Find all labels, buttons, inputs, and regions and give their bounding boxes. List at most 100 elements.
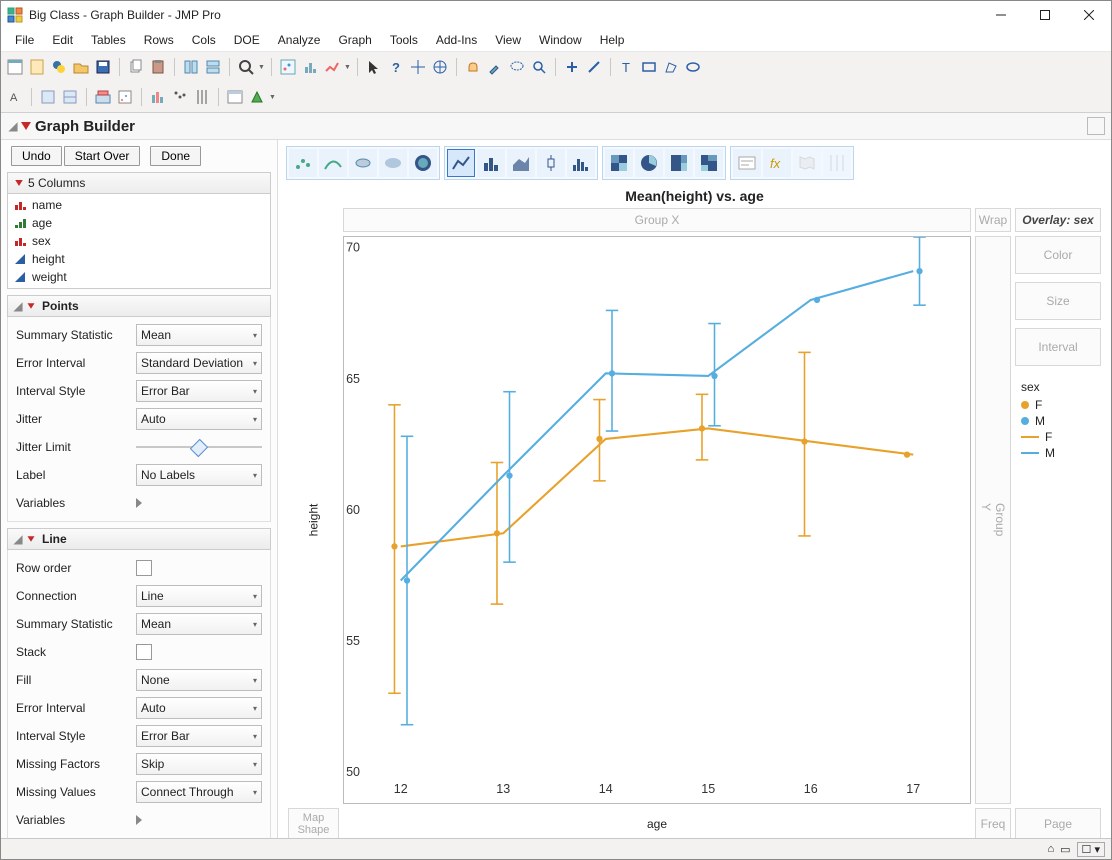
menu-view[interactable]: View bbox=[487, 31, 529, 49]
legend-item[interactable]: F bbox=[1021, 430, 1095, 444]
points-header[interactable]: ◢ Points bbox=[7, 295, 271, 317]
ellipse-element-icon[interactable] bbox=[379, 149, 407, 177]
save-icon[interactable] bbox=[93, 57, 113, 77]
tb-icon-h[interactable] bbox=[225, 87, 245, 107]
disclosure-icon[interactable]: ◢ bbox=[12, 533, 24, 545]
columns-header[interactable]: 5 Columns bbox=[7, 172, 271, 194]
help-tool-icon[interactable]: ? bbox=[386, 57, 406, 77]
menu-doe[interactable]: DOE bbox=[226, 31, 268, 49]
fit-icon[interactable] bbox=[322, 57, 342, 77]
plus-icon[interactable] bbox=[562, 57, 582, 77]
points-summary-select[interactable]: Mean▾ bbox=[136, 324, 262, 346]
text-icon[interactable]: T bbox=[617, 57, 637, 77]
open-icon[interactable] bbox=[71, 57, 91, 77]
overlay-zone[interactable]: Overlay: sex bbox=[1015, 208, 1101, 232]
density-element-icon[interactable] bbox=[349, 149, 377, 177]
menu-tables[interactable]: Tables bbox=[83, 31, 134, 49]
smoother-element-icon[interactable] bbox=[319, 149, 347, 177]
map-element-icon[interactable] bbox=[793, 149, 821, 177]
tb-icon-b[interactable] bbox=[60, 87, 80, 107]
disclosure-icon[interactable]: ◢ bbox=[7, 120, 19, 132]
menu-file[interactable]: File bbox=[7, 31, 42, 49]
points-jitter-select[interactable]: Auto▾ bbox=[136, 408, 262, 430]
magnifier-icon[interactable] bbox=[529, 57, 549, 77]
column-item-height[interactable]: height bbox=[8, 250, 270, 268]
lasso-icon[interactable] bbox=[507, 57, 527, 77]
parallel-element-icon[interactable] bbox=[823, 149, 851, 177]
done-button[interactable]: Done bbox=[150, 146, 201, 166]
variables-expand-icon[interactable] bbox=[136, 815, 142, 825]
close-button[interactable] bbox=[1067, 1, 1111, 29]
crosshair-icon[interactable] bbox=[408, 57, 428, 77]
oval-icon[interactable] bbox=[683, 57, 703, 77]
status-window-icon[interactable]: ▭ bbox=[1060, 843, 1070, 856]
brush-icon[interactable] bbox=[485, 57, 505, 77]
caption-element-icon[interactable] bbox=[733, 149, 761, 177]
contour-element-icon[interactable] bbox=[409, 149, 437, 177]
minimize-button[interactable] bbox=[979, 1, 1023, 29]
freq-zone[interactable]: Freq bbox=[975, 808, 1011, 838]
size-zone[interactable]: Size bbox=[1015, 282, 1101, 320]
column-item-weight[interactable]: weight bbox=[8, 268, 270, 286]
red-triangle-icon[interactable] bbox=[28, 303, 35, 309]
line-element-icon[interactable] bbox=[447, 149, 475, 177]
line-mf-select[interactable]: Skip▾ bbox=[136, 753, 262, 775]
new-script-icon[interactable] bbox=[27, 57, 47, 77]
menu-graph[interactable]: Graph bbox=[330, 31, 379, 49]
formula-element-icon[interactable]: fx bbox=[763, 149, 791, 177]
column-item-sex[interactable]: sex bbox=[8, 232, 270, 250]
menu-window[interactable]: Window bbox=[531, 31, 590, 49]
red-triangle-icon[interactable] bbox=[15, 180, 23, 186]
tb-icon-f[interactable] bbox=[170, 87, 190, 107]
legend-item[interactable]: M bbox=[1021, 414, 1095, 428]
column-item-age[interactable]: age bbox=[8, 214, 270, 232]
search-icon[interactable] bbox=[236, 57, 256, 77]
columns-list[interactable]: nameagesexheightweight bbox=[7, 194, 271, 289]
maximize-panel-icon[interactable] bbox=[1087, 117, 1105, 135]
color-zone[interactable]: Color bbox=[1015, 236, 1101, 274]
legend-item[interactable]: M bbox=[1021, 446, 1095, 460]
page-zone[interactable]: Page bbox=[1015, 808, 1101, 838]
points-label-select[interactable]: No Labels▾ bbox=[136, 464, 262, 486]
line-header[interactable]: ◢ Line bbox=[7, 528, 271, 550]
menu-help[interactable]: Help bbox=[592, 31, 633, 49]
status-layout-icon[interactable]: ☐ ▾ bbox=[1077, 842, 1105, 857]
legend-item[interactable]: F bbox=[1021, 398, 1095, 412]
line-fill-select[interactable]: None▾ bbox=[136, 669, 262, 691]
bar-element-icon[interactable] bbox=[477, 149, 505, 177]
histogram-element-icon[interactable] bbox=[567, 149, 595, 177]
text-annotate-icon[interactable]: A bbox=[5, 87, 25, 107]
maximize-button[interactable] bbox=[1023, 1, 1067, 29]
line-summary-select[interactable]: Mean▾ bbox=[136, 613, 262, 635]
tb-icon-c[interactable] bbox=[93, 87, 113, 107]
heatmap-element-icon[interactable] bbox=[605, 149, 633, 177]
points-element-icon[interactable] bbox=[289, 149, 317, 177]
arrow-tool-icon[interactable] bbox=[364, 57, 384, 77]
group-y-zone[interactable]: Group Y bbox=[975, 236, 1011, 804]
plot-area[interactable]: 5055606570121314151617 bbox=[343, 236, 971, 804]
tb-icon-g[interactable] bbox=[192, 87, 212, 107]
area-element-icon[interactable] bbox=[507, 149, 535, 177]
points-intstyle-select[interactable]: Error Bar▾ bbox=[136, 380, 262, 402]
menu-tools[interactable]: Tools bbox=[382, 31, 426, 49]
treemap-element-icon[interactable] bbox=[665, 149, 693, 177]
menu-rows[interactable]: Rows bbox=[136, 31, 182, 49]
menu-addins[interactable]: Add-Ins bbox=[428, 31, 485, 49]
column-item-name[interactable]: name bbox=[8, 196, 270, 214]
line-tool-icon[interactable] bbox=[584, 57, 604, 77]
new-table-icon[interactable] bbox=[5, 57, 25, 77]
tb-icon-d[interactable] bbox=[115, 87, 135, 107]
red-triangle-icon[interactable] bbox=[28, 536, 35, 542]
python-icon[interactable] bbox=[49, 57, 69, 77]
distribution-icon[interactable] bbox=[300, 57, 320, 77]
column-info-icon[interactable] bbox=[181, 57, 201, 77]
menu-edit[interactable]: Edit bbox=[44, 31, 81, 49]
rect-icon[interactable] bbox=[639, 57, 659, 77]
graph-builder-icon[interactable] bbox=[278, 57, 298, 77]
tb-icon-i[interactable] bbox=[247, 87, 267, 107]
boxplot-element-icon[interactable] bbox=[537, 149, 565, 177]
wrap-zone[interactable]: Wrap bbox=[975, 208, 1011, 232]
menu-analyze[interactable]: Analyze bbox=[270, 31, 329, 49]
mosaic-element-icon[interactable] bbox=[695, 149, 723, 177]
scroller-icon[interactable] bbox=[430, 57, 450, 77]
